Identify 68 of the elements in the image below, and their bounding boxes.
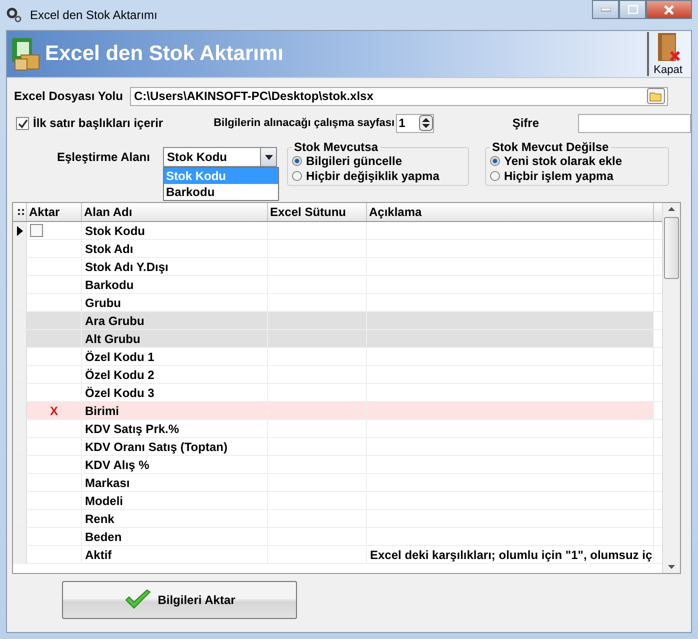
table-cell: KDV Satış Prk.% (82, 420, 268, 437)
table-cell: Stok Adı Y.Dışı (82, 258, 268, 275)
radio-button[interactable] (292, 156, 302, 166)
table-cell: Barkodu (82, 276, 268, 293)
minimize-button[interactable] (592, 0, 619, 19)
minimize-icon (600, 8, 610, 12)
close-icon (664, 4, 674, 14)
table-cell: Alt Grubu (82, 330, 268, 347)
radio-button[interactable] (292, 170, 302, 181)
radio-option[interactable]: Bilgileri güncelle (292, 154, 464, 168)
column-header[interactable]: Aktar (27, 203, 82, 221)
radio-button[interactable] (490, 170, 500, 181)
table-cell: Beden (82, 528, 268, 545)
radio-option[interactable]: Yeni stok olarak ekle (490, 154, 664, 168)
radio-button[interactable] (490, 156, 500, 166)
table-cell: Excel deki karşılıkları; olumlu için "1", olumsuz iç (367, 546, 654, 563)
table-cell: Özel Kodu 1 (82, 348, 268, 365)
group-title: Stok Mevcutsa (293, 140, 380, 154)
column-header[interactable]: Açıklama (367, 203, 654, 221)
window-title: Excel den Stok Aktarımı (30, 8, 158, 22)
sheet-spinner[interactable]: 1 (396, 114, 434, 132)
table-cell: Markası (82, 474, 268, 491)
table-cell: KDV Alış % (82, 456, 268, 473)
group-title: Stok Mevcut Değilse (491, 140, 610, 154)
file-path-field[interactable]: C:\Users\AKINSOFT-PC\Desktop\stok.xlsx (130, 86, 668, 106)
checkbox-label: İlk satır başlıkları içerir (33, 116, 164, 130)
caret-icon[interactable] (264, 154, 272, 160)
maximize-icon (628, 5, 638, 14)
headers-checkbox[interactable]: İlk satır başlıkları içerir (16, 116, 206, 130)
checkmark-icon (124, 589, 152, 611)
table-cell: Stok Kodu (82, 222, 268, 239)
field-label: Eşleştirme Alanı (57, 150, 151, 166)
column-header[interactable]: Alan Adı (82, 203, 268, 221)
table-cell: Özel Kodu 3 (82, 384, 268, 401)
folder-icon[interactable] (647, 88, 665, 104)
password-field[interactable] (578, 114, 691, 132)
table-cell: Stok Adı (82, 240, 268, 257)
table-cell: Grubu (82, 294, 268, 311)
dropdown-option[interactable]: Barkodu (164, 184, 278, 200)
field-label: Bilgilerin alınacağı çalışma sayfası (212, 117, 395, 129)
close-button[interactable]: Kapat (647, 32, 687, 76)
table-cell: Modeli (82, 492, 268, 509)
gear-icon (6, 7, 22, 23)
spreadsheet-box-icon (11, 37, 41, 71)
spin-arrows-icon[interactable] (419, 115, 434, 131)
table-cell: Birimi (82, 402, 268, 419)
scroll-down-icon[interactable] (668, 565, 675, 569)
scroll-up-icon[interactable] (668, 207, 675, 211)
radio-option[interactable]: Hiçbir işlem yapma (490, 168, 664, 183)
maximize-button[interactable] (619, 0, 646, 19)
radio-option[interactable]: Hiçbir değişiklik yapma (292, 168, 464, 183)
table-cell: Ara Grubu (82, 312, 268, 329)
scroll-thumb[interactable] (664, 217, 679, 279)
field-label: Excel Dosyası Yolu (14, 89, 124, 103)
column-header[interactable]: Excel Sütunu (268, 203, 367, 221)
row-checkbox[interactable] (30, 224, 43, 237)
table-cell: Özel Kodu 2 (82, 366, 268, 383)
page-title: Excel den Stok Aktarımı (45, 42, 284, 66)
table-cell: Aktif (82, 546, 268, 563)
required-mark: X (50, 404, 58, 418)
table-cell: Renk (82, 510, 268, 527)
door-icon (655, 32, 681, 64)
field-label: Şifre (512, 116, 540, 130)
scrollbar[interactable] (662, 203, 680, 573)
close-button[interactable] (646, 0, 692, 19)
transfer-button[interactable]: Bilgileri Aktar (62, 581, 297, 619)
table-cell: KDV Oranı Satış (Toptan) (82, 438, 268, 455)
checkbox[interactable] (16, 116, 29, 130)
